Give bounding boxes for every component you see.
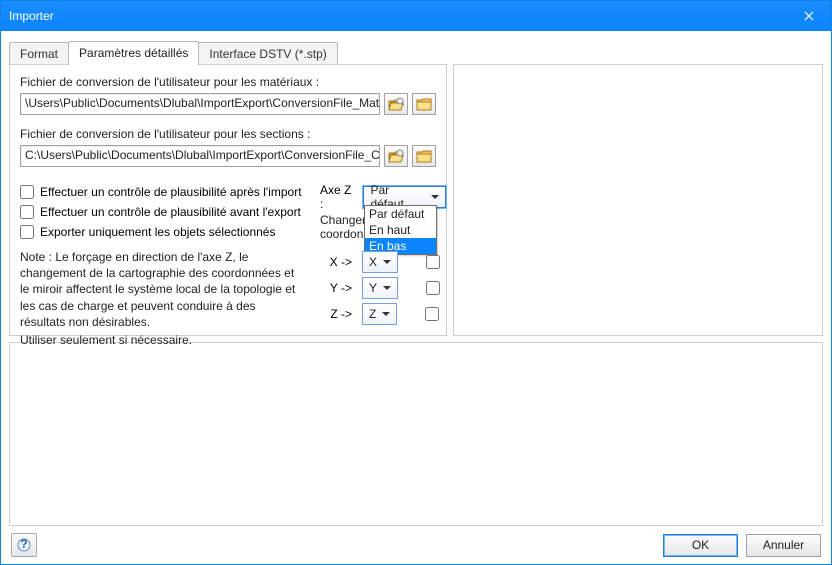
coord-z-label: Z ->: [326, 307, 352, 321]
coord-y-select[interactable]: Y: [362, 277, 398, 299]
help-button[interactable]: ?: [11, 533, 37, 557]
axe-z-label: Axe Z :: [320, 183, 357, 211]
tab-dstv[interactable]: Interface DSTV (*.stp): [198, 42, 337, 66]
tab-bar: Format Paramètres détaillés Interface DS…: [9, 41, 823, 65]
cancel-button[interactable]: Annuler: [746, 534, 821, 557]
materials-path-input[interactable]: \Users\Public\Documents\Dlubal\ImportExp…: [20, 93, 380, 115]
coord-x-select[interactable]: X: [362, 251, 398, 273]
coord-x-label: X ->: [326, 255, 352, 269]
coord-y-label: Y ->: [326, 281, 352, 295]
check-after-import-box[interactable]: [20, 185, 34, 199]
materials-row: \Users\Public\Documents\Dlubal\ImportExp…: [20, 93, 436, 115]
window-title: Importer: [9, 9, 54, 23]
coord-z-row: Z -> Z: [326, 303, 442, 325]
sections-row: C:\Users\Public\Documents\Dlubal\ImportE…: [20, 145, 436, 167]
sections-label: Fichier de conversion de l'utilisateur p…: [20, 127, 436, 141]
note-text-2: Utiliser seulement si nécessaire.: [20, 332, 300, 348]
dialog-buttons: OK Annuler: [663, 534, 821, 557]
folder-icon: [416, 97, 432, 111]
tab-detailed[interactable]: Paramètres détaillés: [68, 41, 199, 65]
axe-z-option-defaut[interactable]: Par défaut: [365, 206, 436, 222]
coord-z-select[interactable]: Z: [362, 303, 397, 325]
group-row: Fichier de conversion de l'utilisateur p…: [9, 65, 823, 336]
ok-button[interactable]: OK: [663, 534, 738, 557]
check-before-export-box[interactable]: [20, 205, 34, 219]
axe-z-dropdown[interactable]: Par défaut En haut En bas: [364, 205, 437, 255]
coord-y-mirror-checkbox[interactable]: [426, 281, 440, 295]
help-icon: ?: [17, 538, 31, 552]
sections-default-button[interactable]: [412, 145, 436, 167]
svg-text:?: ?: [20, 538, 27, 551]
folder-icon: [416, 149, 432, 163]
note-text-1: Note : Le forçage en direction de l'axe …: [20, 249, 300, 330]
settings-group: Fichier de conversion de l'utilisateur p…: [9, 64, 447, 336]
folder-open-icon: [388, 97, 404, 111]
close-button[interactable]: [786, 1, 831, 31]
importer-dialog: Importer Format Paramètres détaillés Int…: [0, 0, 832, 565]
sections-browse-button[interactable]: [384, 145, 408, 167]
close-icon: [804, 11, 814, 21]
check-before-export-label: Effectuer un contrôle de plausibilité av…: [40, 205, 301, 219]
coord-x-mirror-checkbox[interactable]: [426, 255, 440, 269]
footer: ? OK Annuler: [1, 526, 831, 564]
check-after-import-label: Effectuer un contrôle de plausibilité ap…: [40, 185, 302, 199]
tab-format[interactable]: Format: [9, 42, 69, 66]
check-only-selected-box[interactable]: [20, 225, 34, 239]
coord-z-value: Z: [369, 307, 376, 321]
materials-browse-button[interactable]: [384, 93, 408, 115]
bottom-panel: [9, 342, 823, 526]
folder-open-icon: [388, 149, 404, 163]
coord-z-mirror-checkbox[interactable]: [425, 307, 439, 321]
materials-label: Fichier de conversion de l'utilisateur p…: [20, 75, 436, 89]
dialog-body: Format Paramètres détaillés Interface DS…: [1, 31, 831, 526]
coord-x-row: X -> X: [326, 251, 443, 273]
sections-path-input[interactable]: C:\Users\Public\Documents\Dlubal\ImportE…: [20, 145, 380, 167]
coord-x-value: X: [369, 255, 377, 269]
coord-y-value: Y: [369, 281, 377, 295]
preview-group: [453, 64, 823, 336]
titlebar: Importer: [1, 1, 831, 31]
axe-z-option-enhaut[interactable]: En haut: [365, 222, 436, 238]
check-only-selected-label: Exporter uniquement les objets sélection…: [40, 225, 275, 239]
materials-default-button[interactable]: [412, 93, 436, 115]
coord-y-row: Y -> Y: [326, 277, 443, 299]
